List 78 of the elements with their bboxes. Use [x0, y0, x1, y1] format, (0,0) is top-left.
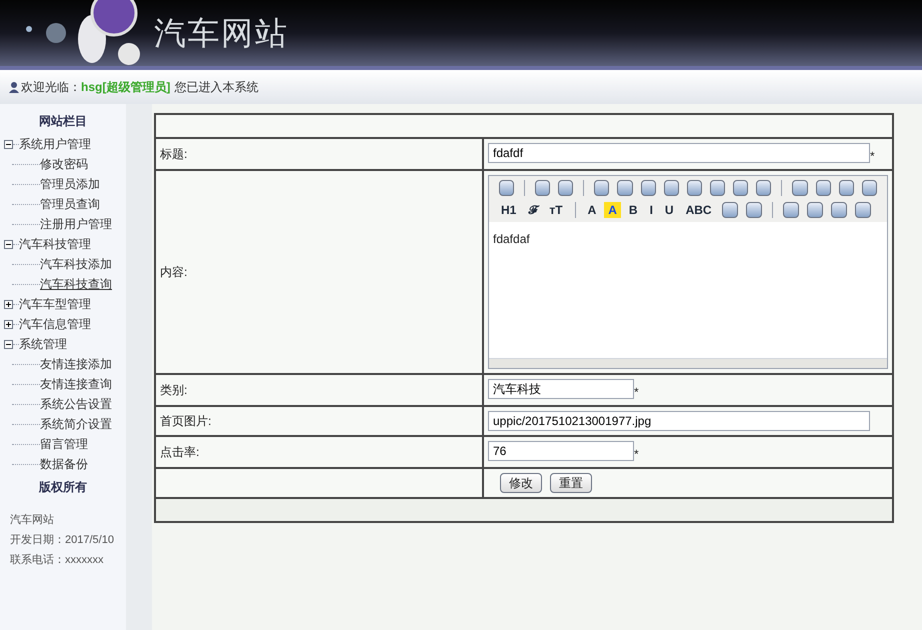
tree-item[interactable]: 留言管理: [40, 435, 88, 453]
toolbar-icon[interactable]: [664, 180, 679, 196]
text-field[interactable]: fdafdf: [488, 143, 870, 163]
required-mark: *: [870, 148, 875, 165]
tree-item[interactable]: 管理员添加: [40, 175, 100, 193]
footer-text: 汽车网站: [9, 513, 55, 528]
text-field[interactable]: uppic/2017510213001977.jpg: [488, 411, 870, 431]
toolbar-icon[interactable]: [535, 180, 550, 196]
welcome-message: 您已进入本系统: [174, 79, 258, 96]
field-label: 标题:: [160, 147, 188, 161]
toolbar-icon[interactable]: [686, 180, 702, 196]
toolbar-button[interactable]: A: [584, 202, 600, 218]
toolbar-icon[interactable]: [558, 180, 574, 196]
toolbar-button[interactable]: ABC: [682, 202, 716, 218]
tree-item[interactable]: 汽车科技添加: [40, 255, 112, 273]
tree-item[interactable]: 汽车车型管理: [19, 295, 91, 313]
tree-item[interactable]: 汽车科技查询: [40, 275, 112, 293]
tree-item[interactable]: 系统管理: [19, 335, 67, 353]
field-label: 内容:: [160, 265, 188, 279]
toolbar-button[interactable]: тT: [545, 202, 567, 218]
toolbar-button[interactable]: 𝓕: [524, 202, 542, 218]
collapse-icon[interactable]: [4, 140, 13, 148]
toolbar-icon[interactable]: [710, 180, 726, 196]
tree-item[interactable]: 友情连接查询: [40, 375, 112, 393]
toolbar-icon[interactable]: [594, 180, 610, 196]
editor-content: fdafdaf: [492, 231, 531, 248]
toolbar-button[interactable]: I: [646, 202, 657, 218]
expand-icon[interactable]: [4, 300, 13, 308]
toolbar-icon[interactable]: [722, 202, 738, 218]
toolbar-icon[interactable]: [792, 180, 808, 196]
tree-item[interactable]: 汽车科技管理: [19, 235, 91, 253]
field-label: 类别:: [160, 383, 188, 397]
toolbar-icon[interactable]: [746, 202, 762, 218]
tree-item[interactable]: 系统简介设置: [40, 415, 112, 433]
text-field[interactable]: 76: [488, 441, 634, 461]
toolbar-button[interactable]: U: [660, 202, 678, 218]
rich-text-editor[interactable]: H1 𝓕 тT A A B I U ABC fdafdaf: [488, 175, 888, 369]
collapse-icon[interactable]: [4, 340, 13, 348]
text-field[interactable]: 汽车科技: [488, 379, 634, 399]
user-name: hsg[超级管理员]: [81, 79, 170, 96]
toolbar-icon[interactable]: [756, 180, 772, 196]
toolbar-icon[interactable]: [733, 180, 748, 196]
toolbar-button[interactable]: H1: [497, 202, 520, 218]
tree-item[interactable]: 修改密码: [40, 155, 88, 173]
footer-text: 联系电话：xxxxxxx: [9, 552, 104, 568]
toolbar-icon[interactable]: [806, 202, 823, 218]
toolbar-icon[interactable]: [782, 202, 799, 218]
site-title: 汽车网站: [154, 13, 288, 54]
toolbar-icon[interactable]: [816, 180, 831, 196]
toolbar-icon[interactable]: [830, 202, 847, 218]
user-icon: [8, 81, 20, 93]
toolbar-icon[interactable]: [499, 180, 514, 196]
sidebar-heading: 网站栏目: [38, 113, 88, 130]
field-label: 首页图片:: [160, 414, 212, 428]
collapse-icon[interactable]: [4, 240, 13, 248]
required-mark: *: [634, 446, 639, 463]
copyright-text: 版权所有: [38, 479, 88, 496]
tree-item[interactable]: 系统公告设置: [40, 395, 112, 413]
greeting-text: 欢迎光临：: [21, 79, 81, 96]
required-mark: *: [634, 384, 639, 401]
tree-item[interactable]: 系统用户管理: [19, 135, 91, 153]
toolbar-button[interactable]: B: [624, 202, 642, 218]
expand-icon[interactable]: [4, 320, 13, 328]
form-button[interactable]: 重置: [550, 473, 592, 493]
tree-item[interactable]: 友情连接添加: [40, 355, 112, 373]
toolbar-button[interactable]: A: [604, 202, 621, 218]
form-button[interactable]: 修改: [500, 473, 542, 493]
tree-item[interactable]: 管理员查询: [40, 195, 100, 213]
field-label: 点击率:: [160, 445, 200, 459]
toolbar-icon[interactable]: [617, 180, 633, 196]
toolbar-icon[interactable]: [838, 180, 854, 196]
tree-item[interactable]: 注册用户管理: [40, 215, 112, 233]
toolbar-icon[interactable]: [862, 180, 877, 196]
toolbar-icon[interactable]: [640, 180, 656, 196]
footer-text: 开发日期：2017/5/10: [9, 533, 115, 548]
tree-item[interactable]: 数据备份: [40, 455, 88, 473]
tree-item[interactable]: 汽车信息管理: [19, 315, 91, 333]
toolbar-icon[interactable]: [854, 202, 871, 218]
